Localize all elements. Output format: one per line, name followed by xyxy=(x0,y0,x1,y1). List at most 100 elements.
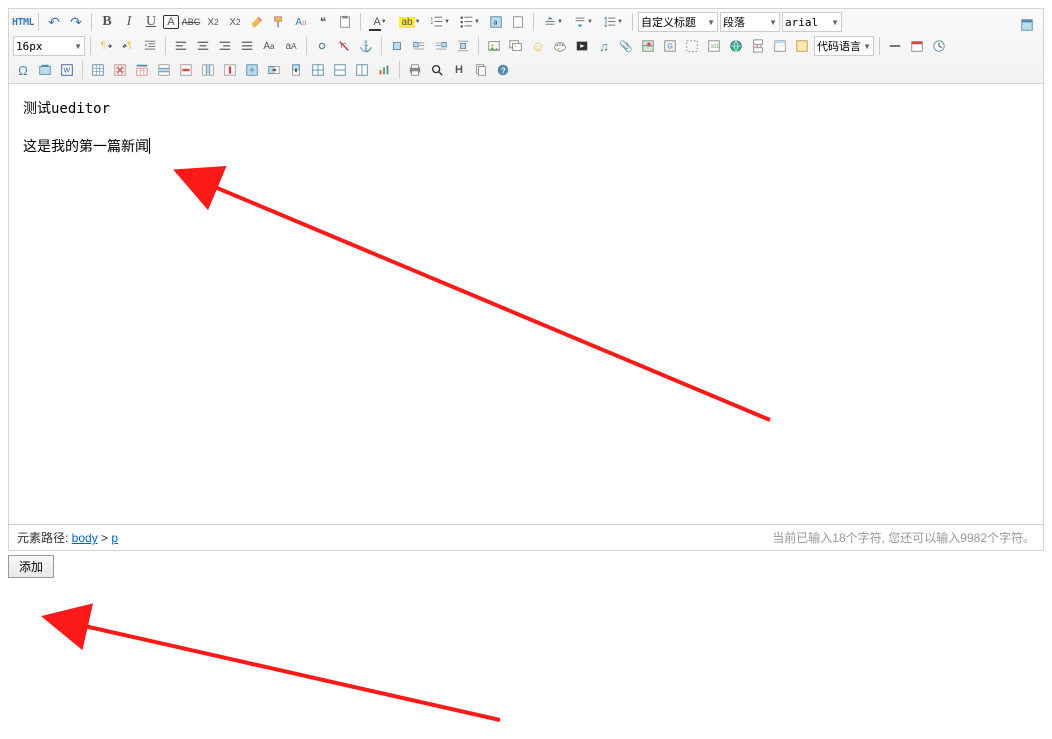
deleterow-button[interactable] xyxy=(176,60,196,80)
insertimage-button[interactable] xyxy=(506,36,526,56)
svg-text:W: W xyxy=(64,68,71,75)
paragraph-select[interactable]: 段落▼ xyxy=(720,12,780,32)
attachment-button[interactable]: 📎 xyxy=(616,36,636,56)
directionltr-button[interactable]: ¶ xyxy=(96,36,116,56)
webapp-button[interactable] xyxy=(726,36,746,56)
insertvideo-button[interactable] xyxy=(572,36,592,56)
separator xyxy=(399,61,400,79)
rowspacingbottom-button[interactable]: ▼ xyxy=(569,12,597,32)
insertorderedlist-button[interactable]: 12▼ xyxy=(426,12,454,32)
eraser-button[interactable] xyxy=(247,12,267,32)
wordimage-button[interactable]: W xyxy=(57,60,77,80)
italic-button[interactable]: I xyxy=(119,12,139,32)
insertframe-button[interactable] xyxy=(682,36,702,56)
source-html-button[interactable]: HTML xyxy=(13,12,33,32)
touppercase-button[interactable]: Aa xyxy=(259,36,279,56)
insertparagraphbeforetable-button[interactable] xyxy=(132,60,152,80)
insertrow-button[interactable] xyxy=(154,60,174,80)
underline-button[interactable]: U xyxy=(141,12,161,32)
searchreplace-button[interactable]: H xyxy=(449,60,469,80)
map-button[interactable] xyxy=(638,36,658,56)
imagenone-button[interactable] xyxy=(387,36,407,56)
background-button[interactable] xyxy=(792,36,812,56)
date-button[interactable] xyxy=(907,36,927,56)
print-button[interactable] xyxy=(405,60,425,80)
directionrtl-button[interactable]: ¶ xyxy=(118,36,138,56)
imageright-button[interactable] xyxy=(431,36,451,56)
subscript-button[interactable]: X2 xyxy=(225,12,245,32)
content-paragraph-2[interactable]: 这是我的第一篇新闻 xyxy=(23,136,1029,157)
time-button[interactable] xyxy=(929,36,949,56)
snapscreen-button[interactable] xyxy=(35,60,55,80)
justifyjustify-button[interactable] xyxy=(237,36,257,56)
pasteplain-button[interactable] xyxy=(335,12,355,32)
separator xyxy=(478,37,479,55)
imageleft-button[interactable] xyxy=(409,36,429,56)
horizontal-button[interactable] xyxy=(885,36,905,56)
preview-button[interactable] xyxy=(427,60,447,80)
fontsize-select[interactable]: 16px▼ xyxy=(13,36,85,56)
fullscreen-button[interactable] xyxy=(1017,15,1037,35)
music-button[interactable]: ♫ xyxy=(594,36,614,56)
forecolor-button[interactable]: A▼ xyxy=(366,12,394,32)
insertcode-button[interactable]: 101 xyxy=(704,36,724,56)
backcolor-button[interactable]: ab▼ xyxy=(396,12,424,32)
deletecol-button[interactable] xyxy=(220,60,240,80)
unlink-button[interactable] xyxy=(334,36,354,56)
insertcol-button[interactable] xyxy=(198,60,218,80)
justifyright-button[interactable] xyxy=(215,36,235,56)
splittocells-button[interactable] xyxy=(308,60,328,80)
pagebreak-button[interactable] xyxy=(748,36,768,56)
fontfamily-select[interactable]: arial▼ xyxy=(782,12,842,32)
rowspacingtop-button[interactable]: ▼ xyxy=(539,12,567,32)
deletetable-button[interactable] xyxy=(110,60,130,80)
redo-button[interactable]: ↷ xyxy=(66,12,86,32)
superscript-button[interactable]: X2 xyxy=(203,12,223,32)
simpleupload-button[interactable] xyxy=(484,36,504,56)
inserttable-button[interactable] xyxy=(88,60,108,80)
link-button[interactable] xyxy=(312,36,332,56)
lineheight-button[interactable]: ▼ xyxy=(599,12,627,32)
help-button[interactable]: ? xyxy=(493,60,513,80)
content-paragraph-1[interactable]: 测试ueditor xyxy=(23,98,1029,120)
separator xyxy=(360,13,361,31)
mergeright-button[interactable] xyxy=(264,60,284,80)
indent-button[interactable] xyxy=(140,36,160,56)
char-count: 当前已输入18个字符, 您还可以输入9982个字符。 xyxy=(772,529,1035,546)
mergecells-button[interactable] xyxy=(242,60,262,80)
svg-text:?: ? xyxy=(501,67,506,76)
justifyleft-button[interactable] xyxy=(171,36,191,56)
drafts-button[interactable] xyxy=(471,60,491,80)
insertunorderedlist-button[interactable]: ▼ xyxy=(456,12,484,32)
anchor-button[interactable]: ⚓ xyxy=(356,36,376,56)
path-p-link[interactable]: p xyxy=(111,531,118,545)
charts-button[interactable] xyxy=(374,60,394,80)
tolowercase-button[interactable]: aA xyxy=(281,36,301,56)
spechars-button[interactable]: Ω xyxy=(13,60,33,80)
element-path: 元素路径: body > p xyxy=(17,529,118,546)
undo-button[interactable]: ↶ xyxy=(44,12,64,32)
customstyle-select[interactable]: 自定义标题▼ xyxy=(638,12,718,32)
separator xyxy=(38,13,39,31)
emotion-button[interactable]: ☺ xyxy=(528,36,548,56)
justifycenter-button[interactable] xyxy=(193,36,213,56)
splittocols-button[interactable] xyxy=(352,60,372,80)
template-button[interactable] xyxy=(770,36,790,56)
editor-content-area[interactable]: 测试ueditor 这是我的第一篇新闻 xyxy=(9,84,1043,524)
autotypeset-button[interactable]: Aa xyxy=(291,12,311,32)
formatmatch-button[interactable] xyxy=(269,12,289,32)
strikethrough-button[interactable]: ABC xyxy=(181,12,201,32)
add-button[interactable]: 添加 xyxy=(8,555,54,578)
scrawl-button[interactable] xyxy=(550,36,570,56)
gmap-button[interactable]: G xyxy=(660,36,680,56)
bold-button[interactable]: B xyxy=(97,12,117,32)
codelanguage-select[interactable]: 代码语言▼ xyxy=(814,36,874,56)
mergedown-button[interactable] xyxy=(286,60,306,80)
path-body-link[interactable]: body xyxy=(72,531,98,545)
fontborder-button[interactable]: A xyxy=(163,15,179,29)
splittorows-button[interactable] xyxy=(330,60,350,80)
selectall-button[interactable]: a xyxy=(486,12,506,32)
cleardoc-button[interactable] xyxy=(508,12,528,32)
imagecenter-button[interactable] xyxy=(453,36,473,56)
blockquote-button[interactable]: ❝ xyxy=(313,12,333,32)
